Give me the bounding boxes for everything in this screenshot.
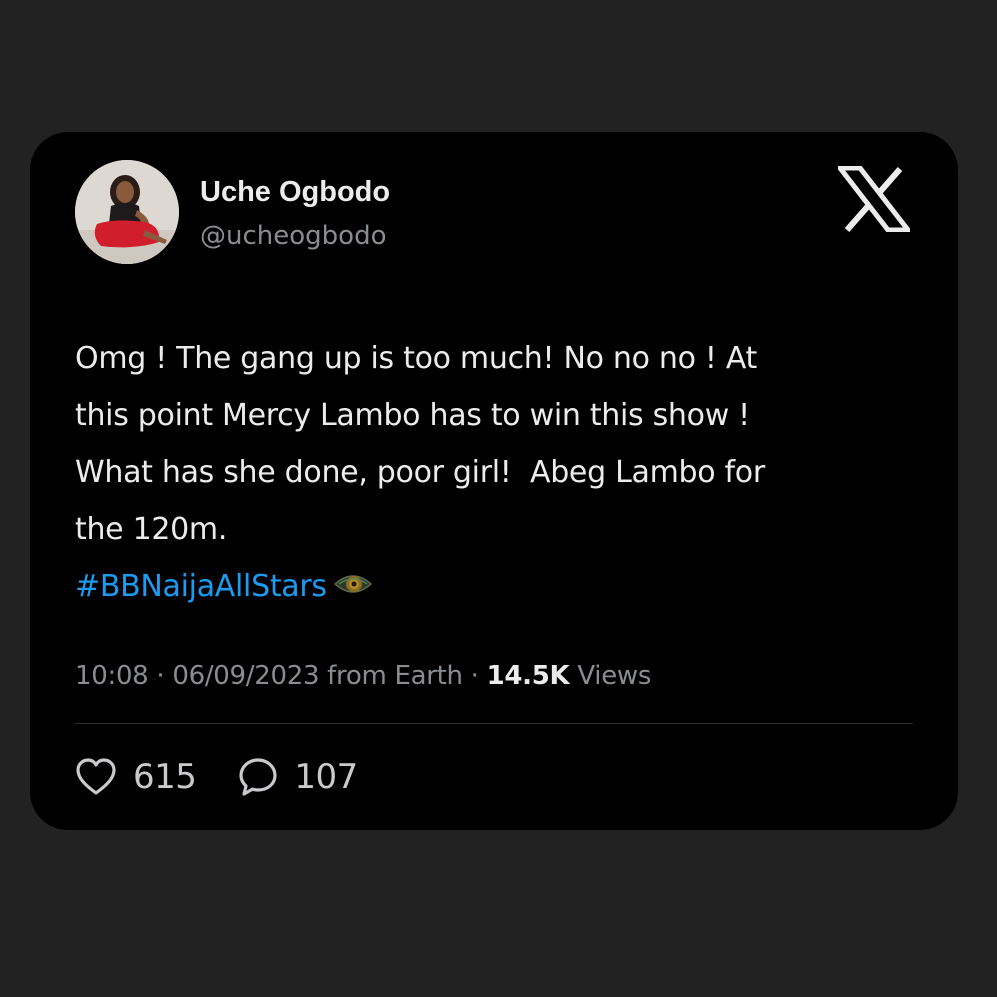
tweet-source: from Earth (319, 661, 463, 691)
author-handle[interactable]: @ucheogbodo (200, 221, 386, 251)
tweet-text-line: Omg ! The gang up is too much! No no no … (75, 341, 758, 376)
views-label: Views (569, 661, 652, 691)
reply-count: 107 (294, 757, 358, 797)
author-display-name[interactable]: Uche Ogbodo (200, 176, 390, 209)
eye-emoji-icon (333, 574, 372, 593)
reply-button[interactable]: 107 (238, 757, 358, 797)
like-button[interactable]: 615 (75, 757, 197, 797)
meta-separator: · (148, 661, 173, 691)
reply-bubble-icon (239, 758, 278, 796)
tweet-text-line: the 120m. (75, 512, 228, 547)
hashtag-link[interactable]: #BBNaijaAllStars (75, 569, 327, 604)
tweet-text-line: What has she done, poor girl! Abeg Lambo… (75, 455, 765, 490)
tweet-card: Uche Ogbodo @ucheogbodo Omg ! The gang u… (30, 132, 958, 830)
tweet-text: Omg ! The gang up is too much! No no no … (75, 330, 935, 615)
x-logo-icon (838, 166, 910, 232)
tweet-actions: 615 107 (75, 750, 358, 804)
tweet-meta: 10:08 · 06/09/2023 from Earth · 14.5K Vi… (75, 661, 651, 691)
tweet-date[interactable]: 06/09/2023 (172, 661, 319, 691)
meta-separator: · (462, 661, 487, 691)
tweet-time[interactable]: 10:08 (75, 661, 149, 691)
heart-icon (76, 758, 116, 795)
like-count: 615 (133, 757, 197, 797)
divider (75, 723, 913, 724)
views-count: 14.5K (486, 661, 570, 691)
avatar[interactable] (75, 160, 179, 264)
tweet-text-line: this point Mercy Lambo has to win this s… (75, 398, 750, 433)
avatar-photo (75, 160, 179, 264)
hashtag-line: #BBNaijaAllStars (75, 558, 935, 615)
